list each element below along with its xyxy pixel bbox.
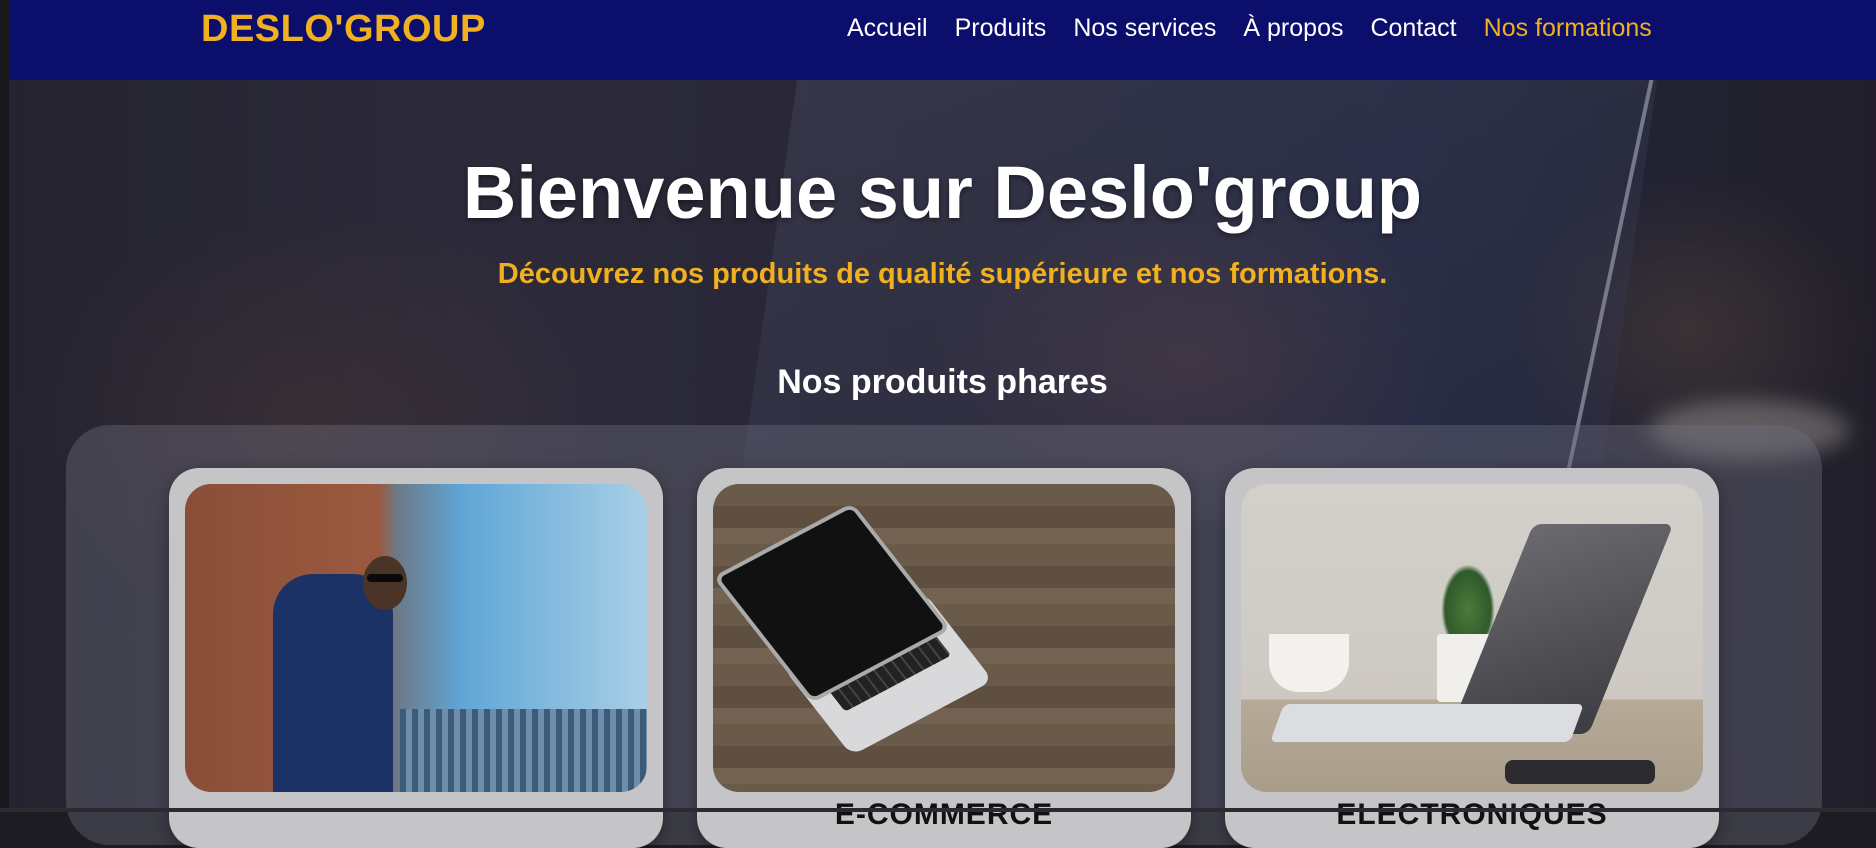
product-image-laptop-on-wood [713, 484, 1175, 792]
main-nav: Accueil Produits Nos services À propos C… [847, 14, 1652, 43]
top-navbar: DESLO'GROUP Accueil Produits Nos service… [9, 0, 1876, 80]
product-card-caption: ELECTRONIQUES [1336, 798, 1608, 831]
products-section-title: Nos produits phares [777, 363, 1108, 401]
hero-subtitle: Découvrez nos produits de qualité supéri… [497, 258, 1388, 290]
product-card[interactable]: E-COMMERCE [697, 468, 1191, 848]
window-bottom-edge [0, 808, 1876, 812]
hero-title: Bienvenue sur Deslo'group [462, 151, 1423, 234]
nav-link-contact[interactable]: Contact [1370, 14, 1456, 43]
nav-link-a-propos[interactable]: À propos [1243, 14, 1343, 43]
product-card[interactable]: ELECTRONIQUES [1225, 468, 1719, 848]
nav-link-produits[interactable]: Produits [955, 14, 1047, 43]
site-logo[interactable]: DESLO'GROUP [201, 8, 486, 51]
product-card-caption: E-COMMERCE [834, 798, 1054, 831]
product-image-desk-laptop-plant [1241, 484, 1703, 792]
nav-link-accueil[interactable]: Accueil [847, 14, 928, 43]
product-card[interactable] [169, 468, 663, 848]
nav-link-nos-services[interactable]: Nos services [1073, 14, 1216, 43]
product-image-man-in-suit [185, 484, 647, 792]
window-left-edge [0, 0, 9, 812]
nav-link-nos-formations[interactable]: Nos formations [1484, 14, 1652, 43]
